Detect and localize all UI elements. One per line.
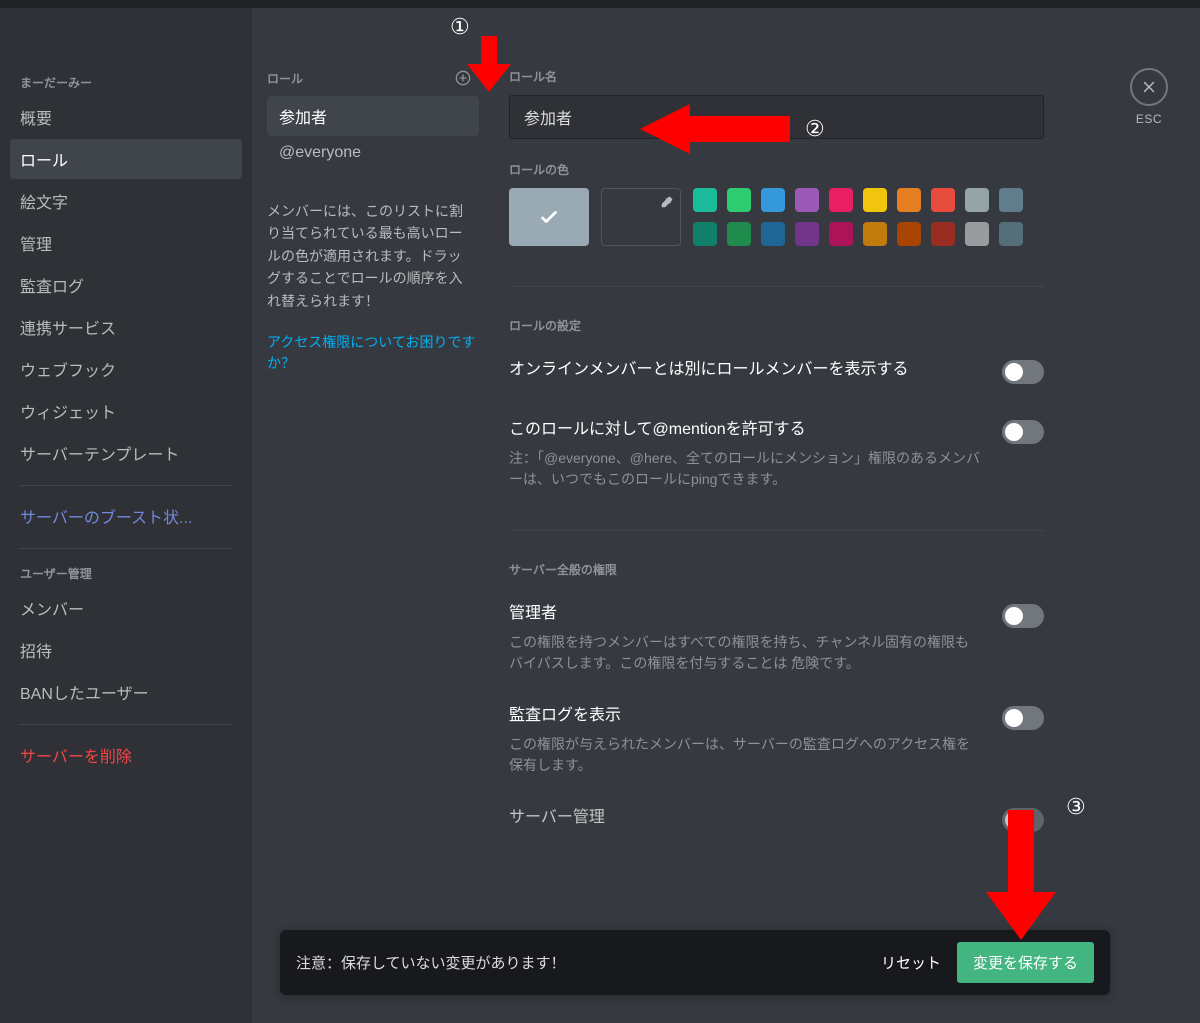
close-icon <box>1140 78 1158 96</box>
toggle-display-separately[interactable] <box>1002 360 1044 384</box>
general-perms-header: サーバー全般の権限 <box>509 561 1160 578</box>
unsaved-changes-bar: 注意：保存していない変更があります！ リセット 変更を保存する <box>280 930 1110 995</box>
sidebar-item-bans[interactable]: BANしたユーザー <box>10 672 242 712</box>
color-swatch[interactable] <box>829 188 853 212</box>
color-swatch[interactable] <box>795 188 819 212</box>
sidebar-item-moderation[interactable]: 管理 <box>10 223 242 263</box>
perm-administrator: 管理者 この権限を持つメンバーはすべての権限を持ち、チャンネル固有の権限もバイパ… <box>509 602 1044 674</box>
plus-circle-icon <box>455 70 471 86</box>
role-item-everyone[interactable]: @everyone <box>267 136 479 170</box>
perm-manage-server: サーバー管理 <box>509 806 1044 836</box>
color-swatch[interactable] <box>727 188 751 212</box>
role-color-label: ロールの色 <box>509 161 1160 178</box>
setting-display-separately: オンラインメンバーとは別にロールメンバーを表示する <box>509 358 1044 388</box>
color-swatch[interactable] <box>829 222 853 246</box>
setting-title: オンラインメンバーとは別にロールメンバーを表示する <box>509 358 982 382</box>
sidebar-item-audit-log[interactable]: 監査ログ <box>10 265 242 305</box>
setting-allow-mention: このロールに対して@mentionを許可する 注：「@everyone、@her… <box>509 418 1044 490</box>
color-swatch[interactable] <box>761 188 785 212</box>
color-swatch[interactable] <box>931 222 955 246</box>
color-swatch[interactable] <box>931 188 955 212</box>
role-name-input[interactable] <box>509 95 1044 139</box>
color-swatch[interactable] <box>965 222 989 246</box>
sidebar-item-overview[interactable]: 概要 <box>10 97 242 137</box>
sidebar-separator <box>20 485 232 486</box>
sidebar-separator <box>20 724 232 725</box>
color-swatch[interactable] <box>897 188 921 212</box>
roles-list-column: ロール 参加者 @everyone メンバーには、このリストに割り当てられている… <box>252 8 489 1023</box>
setting-title: このロールに対して@mentionを許可する <box>509 418 982 442</box>
check-icon <box>538 206 560 228</box>
color-swatch[interactable] <box>761 222 785 246</box>
toggle-allow-mention[interactable] <box>1002 420 1044 444</box>
annotation-label-2: ② <box>805 116 825 142</box>
roles-hint-text: メンバーには、このリストに割り当てられている最も高いロールの色が適用されます。ド… <box>267 200 479 312</box>
sidebar-item-webhooks[interactable]: ウェブフック <box>10 349 242 389</box>
color-swatch[interactable] <box>693 188 717 212</box>
default-color-swatch[interactable] <box>509 188 589 246</box>
toggle-audit-log[interactable] <box>1002 706 1044 730</box>
roles-list-header: ロール <box>267 70 303 87</box>
color-swatch-grid <box>693 188 1023 246</box>
perm-view-audit-log: 監査ログを表示 この権限が与えられたメンバーは、サーバーの監査ログへのアクセス権… <box>509 704 1044 776</box>
color-swatch[interactable] <box>693 222 717 246</box>
role-detail-column: ロール名 ロールの色 <box>489 8 1200 1023</box>
add-role-button[interactable] <box>453 68 473 88</box>
perm-desc: この権限が与えられたメンバーは、サーバーの監査ログへのアクセス権を保有します。 <box>509 734 982 776</box>
user-mgmt-header: ユーザー管理 <box>10 559 242 588</box>
eyedropper-icon <box>660 195 674 212</box>
annotation-label-1: ① <box>450 14 470 40</box>
sidebar-item-widget[interactable]: ウィジェット <box>10 391 242 431</box>
color-swatch[interactable] <box>795 222 819 246</box>
color-swatch[interactable] <box>999 222 1023 246</box>
sidebar-separator <box>20 548 232 549</box>
perm-desc: この権限を持つメンバーはすべての権限を持ち、チャンネル固有の権限もバイパスします… <box>509 632 982 674</box>
sidebar-item-members[interactable]: メンバー <box>10 588 242 628</box>
toggle-manage-server[interactable] <box>1002 808 1044 832</box>
sidebar-item-invites[interactable]: 招待 <box>10 630 242 670</box>
color-swatch[interactable] <box>999 188 1023 212</box>
role-settings-header: ロールの設定 <box>509 317 1160 334</box>
save-button[interactable]: 変更を保存する <box>957 942 1094 983</box>
sidebar-item-integrations[interactable]: 連携サービス <box>10 307 242 347</box>
role-name-label: ロール名 <box>509 68 1160 85</box>
color-swatch[interactable] <box>897 222 921 246</box>
perm-title: 管理者 <box>509 602 982 626</box>
close-label: ESC <box>1130 112 1168 126</box>
perm-title: 監査ログを表示 <box>509 704 982 728</box>
sidebar-item-boost[interactable]: サーバーのブースト状... <box>10 496 242 536</box>
perm-title: サーバー管理 <box>509 806 982 830</box>
close-region: ESC <box>1130 68 1168 126</box>
annotation-label-3: ③ <box>1066 794 1086 820</box>
color-swatch[interactable] <box>863 188 887 212</box>
role-item-selected[interactable]: 参加者 <box>267 96 479 136</box>
close-button[interactable] <box>1130 68 1168 106</box>
custom-color-picker[interactable] <box>601 188 681 246</box>
reset-button[interactable]: リセット <box>881 952 941 973</box>
sidebar-item-templates[interactable]: サーバーテンプレート <box>10 433 242 473</box>
toggle-administrator[interactable] <box>1002 604 1044 628</box>
setting-desc: 注：「@everyone、@here、全てのロールにメンション」権限のあるメンバ… <box>509 448 982 490</box>
sidebar-item-emoji[interactable]: 絵文字 <box>10 181 242 221</box>
color-swatch[interactable] <box>965 188 989 212</box>
sidebar: まーだーみー 概要 ロール 絵文字 管理 監査ログ 連携サービス ウェブフック … <box>0 8 252 1023</box>
roles-help-link[interactable]: アクセス権限についてお困りですか？ <box>267 332 479 374</box>
window-titlebar <box>0 0 1200 8</box>
color-swatch[interactable] <box>727 222 751 246</box>
sidebar-item-delete-server[interactable]: サーバーを削除 <box>10 735 242 775</box>
sidebar-item-roles[interactable]: ロール <box>10 139 242 179</box>
server-name: まーだーみー <box>10 68 242 97</box>
section-divider <box>509 530 1044 531</box>
color-swatch[interactable] <box>863 222 887 246</box>
section-divider <box>509 286 1044 287</box>
unsaved-text: 注意：保存していない変更があります！ <box>296 952 566 973</box>
